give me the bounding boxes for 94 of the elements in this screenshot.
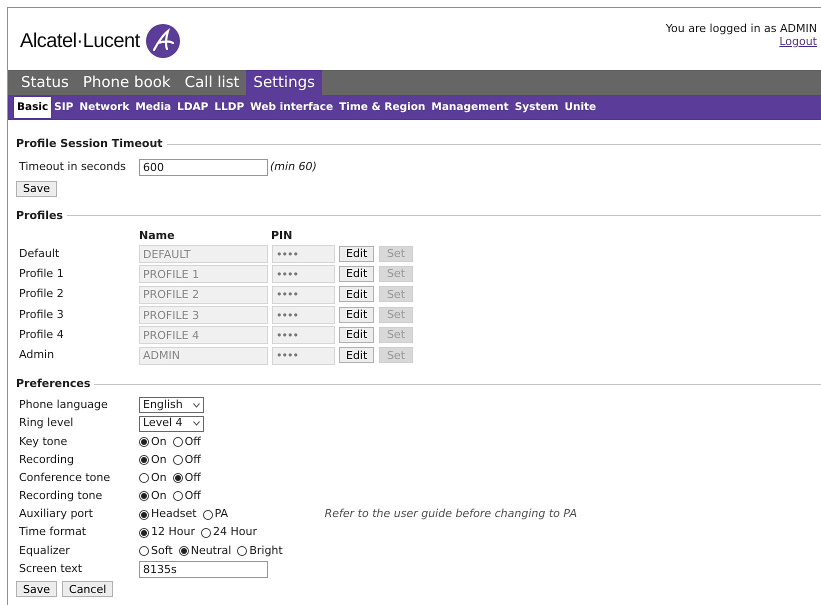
- option-label: PA: [214, 506, 228, 522]
- radio-button[interactable]: [139, 546, 149, 556]
- preference-label: Ring level: [19, 415, 74, 432]
- dropdown[interactable]: English: [139, 397, 204, 414]
- sub-tab[interactable]: Basic: [14, 97, 52, 118]
- radio-button[interactable]: [139, 491, 149, 502]
- pin-input[interactable]: ••••: [272, 346, 335, 365]
- sub-tab[interactable]: System: [512, 97, 562, 118]
- radio-button[interactable]: [172, 473, 183, 484]
- option-label: On: [151, 434, 167, 450]
- sub-tab[interactable]: Management: [428, 97, 512, 118]
- main-tab[interactable]: Phone book: [76, 70, 178, 95]
- preference-label: Recording: [19, 452, 76, 468]
- option-label: Headset: [151, 506, 197, 522]
- option-label: Off: [184, 488, 201, 504]
- action-button[interactable]: Save: [16, 180, 58, 196]
- sub-tab[interactable]: Time & Region: [336, 97, 428, 118]
- pin-input[interactable]: ••••: [272, 306, 335, 324]
- radio-button[interactable]: [139, 436, 149, 447]
- chevron-icon: [192, 421, 200, 426]
- action-button[interactable]: Edit: [339, 347, 374, 364]
- option-label: On: [151, 470, 167, 486]
- radio-button[interactable]: [139, 454, 149, 465]
- main-tab[interactable]: Settings: [246, 70, 322, 95]
- pin-input[interactable]: ••••: [272, 286, 335, 304]
- hint-text: (min 60): [270, 159, 317, 176]
- field-label: Timeout in seconds: [19, 159, 127, 176]
- option-label: Off: [184, 452, 201, 468]
- preference-label: Phone language: [19, 397, 109, 414]
- dropdown[interactable]: Level 4: [139, 416, 204, 432]
- action-button[interactable]: Save: [16, 581, 58, 598]
- radio-button[interactable]: [139, 510, 149, 520]
- logo-icon: [146, 24, 180, 58]
- option-label: On: [151, 452, 167, 468]
- sub-tab[interactable]: Network: [76, 97, 132, 118]
- option-label: 24 Hour: [213, 524, 257, 540]
- radio-button[interactable]: [178, 546, 189, 556]
- main-tab[interactable]: Call list: [178, 70, 246, 95]
- option-label: Off: [184, 434, 201, 450]
- profile-label: Profile 3: [19, 306, 65, 323]
- radio-button[interactable]: [172, 436, 183, 447]
- action-button[interactable]: Edit: [339, 326, 374, 343]
- action-button[interactable]: Edit: [339, 306, 374, 323]
- radio-button[interactable]: [237, 546, 248, 556]
- sub-tab[interactable]: Media: [132, 97, 174, 118]
- text-input[interactable]: 8135s: [139, 560, 268, 578]
- option-label: 12 Hour: [151, 524, 195, 540]
- profile-label: Admin: [19, 347, 56, 364]
- option-label: Neutral: [190, 542, 232, 559]
- option-label: Bright: [249, 542, 283, 559]
- chevron-icon: [192, 402, 200, 408]
- radio-button[interactable]: [202, 510, 213, 520]
- preference-label: Key tone: [19, 434, 68, 450]
- preference-label: Recording tone: [19, 488, 104, 504]
- action-button[interactable]: Cancel: [62, 581, 114, 598]
- main-tab[interactable]: Status: [14, 70, 76, 95]
- radio-button[interactable]: [139, 473, 149, 484]
- profile-label: Profile 4: [19, 327, 65, 344]
- preference-label: Time format: [19, 524, 88, 540]
- option-label: On: [151, 488, 167, 504]
- section-title: Profiles: [16, 208, 63, 224]
- action-button[interactable]: Edit: [339, 246, 374, 262]
- radio-button[interactable]: [139, 528, 149, 538]
- sub-tab[interactable]: Web interface: [247, 97, 336, 118]
- column-header: Name: [139, 228, 176, 244]
- pin-input[interactable]: ••••: [272, 245, 335, 264]
- radio-button[interactable]: [172, 491, 183, 502]
- radio-button[interactable]: [172, 454, 183, 465]
- sub-tab[interactable]: LLDP: [211, 97, 248, 118]
- preference-label: Screen text: [19, 560, 84, 577]
- preference-label: Conference tone: [19, 470, 112, 486]
- sub-tab[interactable]: LDAP: [174, 97, 212, 118]
- radio-button[interactable]: [201, 528, 211, 538]
- section-title: Preferences: [16, 376, 90, 392]
- profile-label: Default: [19, 246, 60, 262]
- timeout-input[interactable]: 600: [139, 159, 268, 176]
- sub-tab[interactable]: SIP: [51, 97, 76, 118]
- option-label: Soft: [151, 542, 173, 559]
- pin-input[interactable]: ••••: [272, 265, 335, 284]
- action-button[interactable]: Edit: [339, 286, 374, 302]
- action-button[interactable]: Edit: [339, 266, 374, 282]
- login-status: You are logged in as ADMIN: [666, 22, 817, 35]
- profile-label: Profile 2: [19, 286, 65, 302]
- preference-label: Auxiliary port: [19, 506, 94, 522]
- option-label: Off: [184, 470, 201, 486]
- sub-tab[interactable]: Unite: [561, 97, 600, 118]
- note-text: Refer to the user guide before changing to PA: [324, 506, 577, 522]
- pin-input[interactable]: ••••: [272, 326, 335, 344]
- brand-name: Alcatel·Lucent: [20, 29, 140, 54]
- logout-link[interactable]: Logout: [779, 35, 817, 48]
- profile-label: Profile 1: [19, 266, 65, 282]
- preference-label: Equalizer: [19, 542, 71, 559]
- section-title: Profile Session Timeout: [16, 136, 163, 152]
- column-header: PIN: [271, 228, 292, 244]
